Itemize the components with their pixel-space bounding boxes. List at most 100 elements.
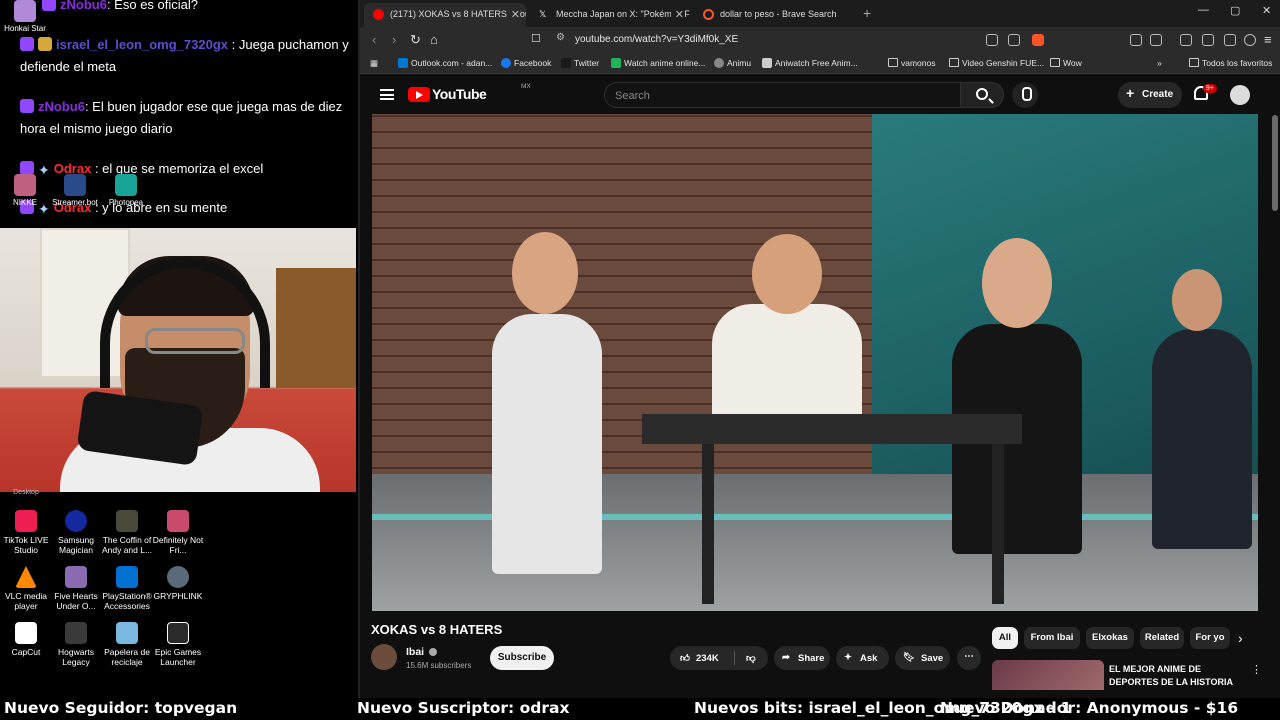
chip-related[interactable]: Related (1140, 627, 1184, 649)
site-settings-icon[interactable]: ⚙ (556, 32, 565, 43)
person-center (712, 304, 862, 424)
menu-icon[interactable]: ≡ (1264, 32, 1272, 47)
stream-overlay: Honkai Star zNobu6: Eso es oficial? isra… (0, 0, 358, 698)
definitely-not-fried-icon (167, 510, 189, 532)
share-page-icon[interactable] (1008, 34, 1020, 46)
hogwarts-icon (65, 622, 87, 644)
recycle-bin-icon (116, 622, 138, 644)
leo-ai-icon[interactable] (1224, 34, 1236, 46)
more-vert-icon[interactable]: ⋮ (1251, 663, 1262, 676)
address-bar: ‹ › ↻ ⌂ ☐ ⚙ youtube.com/watch?v=Y3diMf0k… (360, 27, 1280, 53)
music-icon[interactable] (1180, 34, 1192, 46)
desktop-shortcut-tiktok[interactable]: TikTok LIVE Studio (0, 510, 52, 555)
more-actions-icon[interactable]: ⋯ (957, 646, 981, 670)
nikke-icon: NIKKE (0, 174, 50, 207)
home-icon[interactable]: ⌂ (430, 32, 438, 47)
hamburger-menu-icon[interactable] (380, 89, 394, 100)
channel-avatar[interactable] (371, 644, 397, 670)
twitch-badge-icon (20, 161, 34, 175)
chip-elxokas[interactable]: Elxokas (1086, 627, 1134, 649)
chat-text: : Eso es oficial? (106, 0, 198, 12)
search-input[interactable] (615, 88, 915, 103)
bookmark-twitter[interactable]: Twitter (561, 58, 599, 68)
more-bookmarks-icon[interactable]: » (1157, 58, 1162, 68)
sidebar-icon[interactable] (1150, 34, 1162, 46)
bookmark-watch-anime[interactable]: Watch anime online... (611, 58, 705, 68)
thumbs-down-icon[interactable]: 👎︎ (746, 652, 758, 664)
desktop-shortcut-vlc[interactable]: VLC media player (0, 566, 52, 611)
video-player[interactable] (372, 114, 1258, 611)
close-tab-icon[interactable]: ✕ (670, 8, 684, 21)
bookmark-outlook[interactable]: Outlook.com - adan... (398, 58, 492, 68)
bookmark-folder-wow[interactable]: Wow (1050, 58, 1082, 68)
url-field[interactable]: youtube.com/watch?v=Y3diMf0k_XE (575, 34, 738, 45)
minimize-icon[interactable]: — (1198, 4, 1209, 16)
brave-shields-icon[interactable] (1032, 34, 1044, 46)
desktop-shortcut-capcut[interactable]: CapCut (0, 622, 52, 657)
wallet-icon[interactable] (1202, 34, 1214, 46)
search-box (604, 82, 968, 108)
facebook-icon (501, 58, 511, 68)
create-button[interactable]: + Create (1118, 82, 1182, 108)
recommended-thumbnail[interactable] (992, 660, 1104, 690)
share-button[interactable]: ➦ Share (774, 646, 830, 670)
chip-from-ibai[interactable]: From Ibai (1024, 627, 1080, 649)
desktop-shortcut-definitely-not-fried[interactable]: Definitely Not Fri... (152, 510, 204, 555)
youtube-favicon-icon (373, 9, 384, 20)
search-button[interactable] (960, 82, 1004, 108)
ask-button[interactable]: ✦ Ask (836, 646, 889, 670)
close-tab-icon[interactable]: ✕ (506, 8, 520, 21)
bookmark-folder-vamonos[interactable]: vamonos (888, 58, 936, 68)
desktop-shortcut-gryphlink[interactable]: GRYPHLINK (152, 566, 204, 601)
notification-count-badge: 9+ (1203, 84, 1217, 93)
maximize-icon[interactable]: ▢ (1230, 4, 1240, 17)
save-playlist-icon: 🔖︎ (903, 652, 916, 663)
chip-all[interactable]: All (992, 627, 1018, 649)
bookmark-animu[interactable]: Animu (714, 58, 751, 68)
chat-message: zNobu6: Eso es oficial? (42, 0, 358, 16)
tab-brave-search[interactable]: dollar to peso - Brave Search (694, 3, 854, 27)
back-icon[interactable]: ‹ (372, 32, 376, 47)
chip-for-you[interactable]: For yo (1190, 627, 1230, 649)
ticker-follower: Nuevo Seguidor: topvegan (4, 699, 238, 717)
reload-icon[interactable]: ↻ (410, 32, 421, 48)
desktop-shortcut-samsung-magician[interactable]: Samsung Magician (50, 510, 102, 555)
forward-icon[interactable]: › (392, 32, 396, 47)
apps-grid-icon[interactable]: ▦ (370, 58, 378, 69)
desktop-shortcut-playstation[interactable]: PlayStation® Accessories (101, 566, 153, 611)
page-scrollbar[interactable] (1272, 115, 1278, 211)
vpn-icon[interactable] (1244, 34, 1256, 46)
chevron-right-icon[interactable]: › (1238, 630, 1243, 646)
all-bookmarks-folder[interactable]: Todos los favoritos (1189, 58, 1272, 68)
twitch-badge-icon (42, 0, 56, 11)
new-tab-button[interactable]: + (863, 5, 871, 21)
install-app-icon[interactable] (986, 34, 998, 46)
chat-username: zNobu6 (60, 0, 107, 12)
desktop-shortcut-coffin[interactable]: The Coffin of Andy and L... (101, 510, 153, 555)
tab-youtube[interactable]: (2171) XOKAS vs 8 HATERS - YouTube ✕ (364, 3, 526, 27)
bookmark-icon[interactable]: ☐ (531, 32, 541, 45)
ticker-subscriber: Nuevo Suscriptor: odrax (357, 699, 570, 717)
bookmark-aniwatch[interactable]: Aniwatch Free Anim... (762, 58, 858, 68)
account-avatar[interactable] (1230, 85, 1250, 105)
desktop-shortcut-hogwarts[interactable]: Hogwarts Legacy (50, 622, 102, 667)
recommended-title[interactable]: EL MEJOR ANIME DE DEPORTES DE LA HISTORI… (1109, 663, 1249, 689)
channel-name[interactable]: Ibai (406, 646, 424, 658)
desktop-shortcut-recycle-bin[interactable]: Papelera de reciclaje (101, 622, 153, 667)
webcam-feed (0, 228, 356, 492)
bookmark-folder-genshin[interactable]: Video Genshin FUE... (949, 58, 1044, 68)
extensions-icon[interactable] (1130, 34, 1142, 46)
save-button[interactable]: 🔖︎ Save (895, 646, 950, 670)
bookmark-facebook[interactable]: Facebook (501, 58, 551, 68)
sparkle-badge-icon: ✦ (38, 162, 50, 178)
tab-twitter[interactable]: 𝕏 Meccha Japan on X: "Pokémon Fit - P ✕ (530, 3, 690, 27)
folder-icon (1189, 58, 1199, 67)
video-title: XOKAS vs 8 HATERS (371, 622, 503, 637)
subscribe-button[interactable]: Subscribe (490, 646, 554, 670)
close-window-icon[interactable]: ✕ (1262, 4, 1271, 17)
desktop-shortcut-epic-games[interactable]: Epic Games Launcher (152, 622, 204, 667)
voice-search-icon[interactable] (1012, 82, 1038, 108)
like-count[interactable]: 234K (696, 653, 719, 664)
search-icon (976, 88, 988, 100)
desktop-shortcut-five-hearts[interactable]: Five Hearts Under O... (50, 566, 102, 611)
